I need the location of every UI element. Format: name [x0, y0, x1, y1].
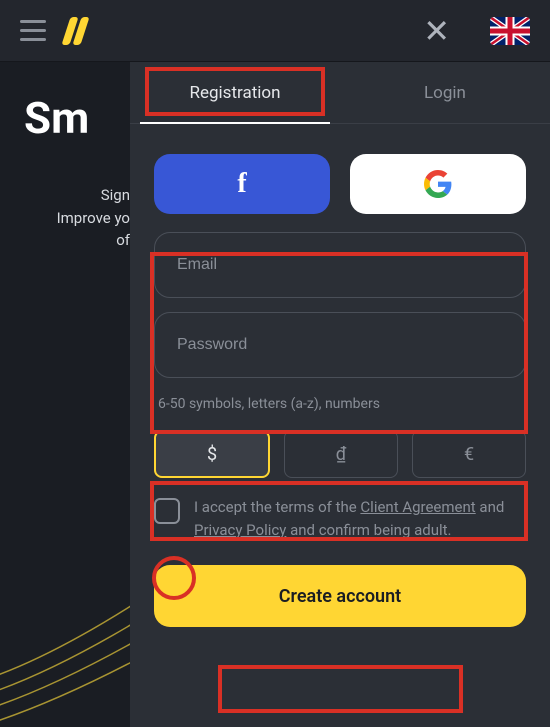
currency-vnd-button[interactable]: ₫ — [284, 430, 398, 478]
terms-text: I accept the terms of the Client Agreeme… — [194, 496, 526, 541]
terms-checkbox[interactable] — [154, 498, 180, 524]
topbar-right: ✕ — [423, 15, 530, 47]
app-logo — [66, 17, 85, 45]
currency-selector: $ ₫ € — [154, 430, 526, 478]
google-signup-button[interactable] — [350, 154, 526, 214]
google-icon — [424, 170, 452, 198]
currency-usd-button[interactable]: $ — [154, 430, 270, 478]
top-bar: ✕ — [0, 0, 550, 62]
currency-eur-button[interactable]: € — [412, 430, 526, 478]
terms-row: I accept the terms of the Client Agreeme… — [154, 496, 526, 541]
facebook-signup-button[interactable]: f — [154, 154, 330, 214]
credentials-group — [154, 232, 526, 378]
password-field[interactable] — [154, 312, 526, 378]
privacy-policy-link[interactable]: Privacy Policy — [194, 521, 286, 539]
hero-text: Sign Improve yo of — [24, 184, 130, 252]
menu-icon[interactable] — [20, 20, 46, 41]
create-account-button[interactable]: Create account — [154, 565, 526, 627]
facebook-icon: f — [237, 168, 246, 200]
close-icon[interactable]: ✕ — [423, 15, 450, 47]
social-login-row: f — [154, 154, 526, 214]
tab-login[interactable]: Login — [340, 62, 550, 123]
password-hint: 6-50 symbols, letters (a-z), numbers — [154, 396, 526, 412]
topbar-left — [20, 17, 85, 45]
email-field[interactable] — [154, 232, 526, 298]
tab-registration[interactable]: Registration — [130, 62, 340, 123]
modal-body: f 6-50 symbols, letters (a-z), numbers $… — [130, 124, 550, 647]
auth-modal: Registration Login f 6-50 symbols, lette… — [130, 62, 550, 727]
hero-title: Sm — [24, 92, 130, 144]
client-agreement-link[interactable]: Client Agreement — [360, 498, 475, 516]
background-hero: Sm Sign Improve yo of — [0, 62, 140, 252]
language-flag-button[interactable] — [490, 17, 530, 45]
auth-tabs: Registration Login — [130, 62, 550, 124]
